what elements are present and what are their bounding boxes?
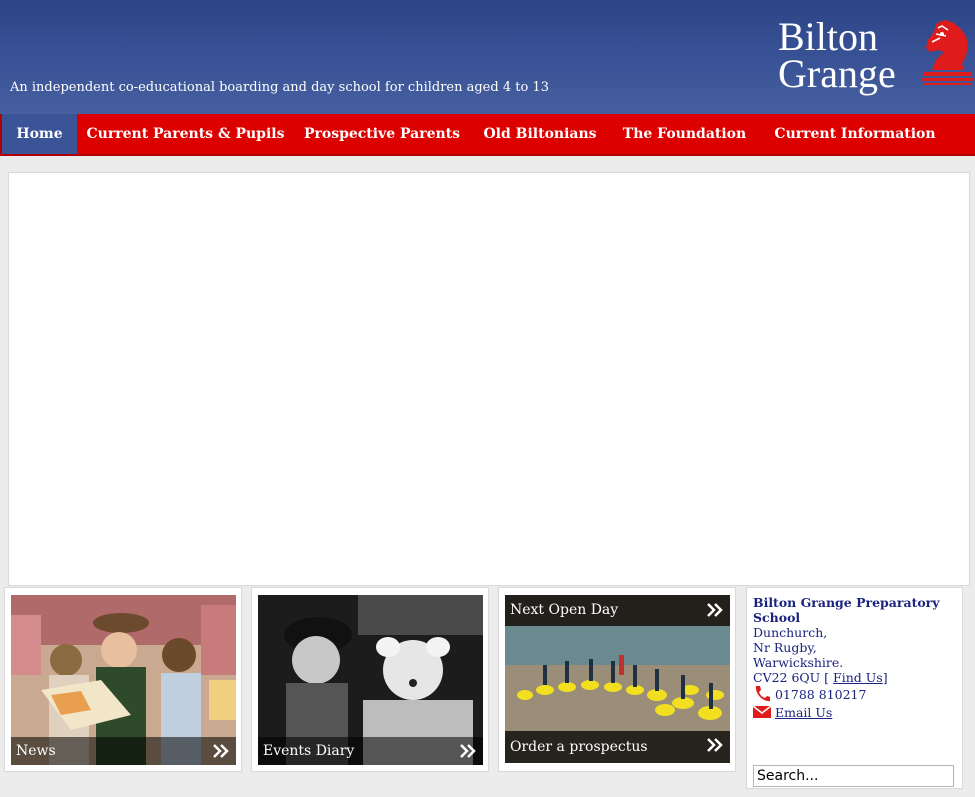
order-prospectus-link[interactable]: Order a prospectus: [505, 731, 730, 763]
open-day-image: Next Open Day Order a prospectus: [505, 595, 730, 763]
address-line-2: Nr Rugby,: [753, 640, 817, 655]
prospectus-label: Order a prospectus: [510, 739, 648, 755]
school-name: Bilton Grange Preparatory School: [753, 595, 940, 625]
double-arrow-icon: [707, 738, 723, 752]
site-logo[interactable]: Bilton Grange: [778, 14, 923, 96]
nav-current-information[interactable]: Current Information: [763, 114, 947, 154]
open-day-label: Next Open Day: [510, 602, 619, 618]
postcode-line: CV22 6QU [ Find Us]: [753, 670, 888, 685]
double-arrow-icon: [213, 744, 229, 758]
nav-prospective-parents[interactable]: Prospective Parents: [296, 114, 468, 154]
nav-home[interactable]: Home: [0, 114, 77, 154]
next-open-day-link[interactable]: Next Open Day: [505, 595, 730, 626]
email-icon: [752, 705, 772, 718]
news-image: News: [11, 595, 236, 765]
address-line-1: Dunchurch,: [753, 625, 828, 640]
email-line: Email Us: [752, 705, 832, 720]
phone-line: 01788 810217: [753, 685, 866, 703]
postcode-close: ]: [882, 670, 888, 685]
news-link[interactable]: News: [11, 737, 236, 765]
double-arrow-icon: [707, 603, 723, 617]
logo-line-2: Grange: [778, 51, 896, 96]
news-label: News: [16, 743, 56, 759]
knight-horse-icon: [922, 20, 974, 85]
search-input[interactable]: [753, 765, 954, 787]
double-arrow-icon: [460, 744, 476, 758]
phone-number: 01788 810217: [774, 687, 867, 702]
events-label: Events Diary: [263, 743, 355, 759]
main-nav: Home Current Parents & Pupils Prospectiv…: [0, 114, 975, 156]
logo-line-1: Bilton: [778, 14, 879, 59]
nav-current-parents-pupils[interactable]: Current Parents & Pupils: [78, 114, 293, 154]
address-line-3: Warwickshire.: [753, 655, 844, 670]
events-card[interactable]: Events Diary: [251, 587, 489, 772]
events-image: Events Diary: [258, 595, 483, 765]
site-header: An independent co-educational boarding a…: [0, 0, 975, 114]
email-us-link[interactable]: Email Us: [775, 705, 832, 720]
nav-old-biltonians[interactable]: Old Biltonians: [474, 114, 606, 154]
open-day-card[interactable]: Next Open Day Order a prospectus: [498, 587, 736, 772]
main-slideshow-panel: [8, 172, 970, 586]
find-us-link[interactable]: Find Us: [833, 670, 883, 685]
tagline: An independent co-educational boarding a…: [10, 80, 549, 95]
news-card[interactable]: News: [4, 587, 242, 772]
nav-the-foundation[interactable]: The Foundation: [612, 114, 757, 154]
postcode: CV22 6QU [: [753, 670, 830, 685]
contact-panel: Bilton Grange Preparatory School Dunchur…: [746, 587, 963, 789]
phone-icon: [755, 686, 770, 702]
events-diary-link[interactable]: Events Diary: [258, 737, 483, 765]
